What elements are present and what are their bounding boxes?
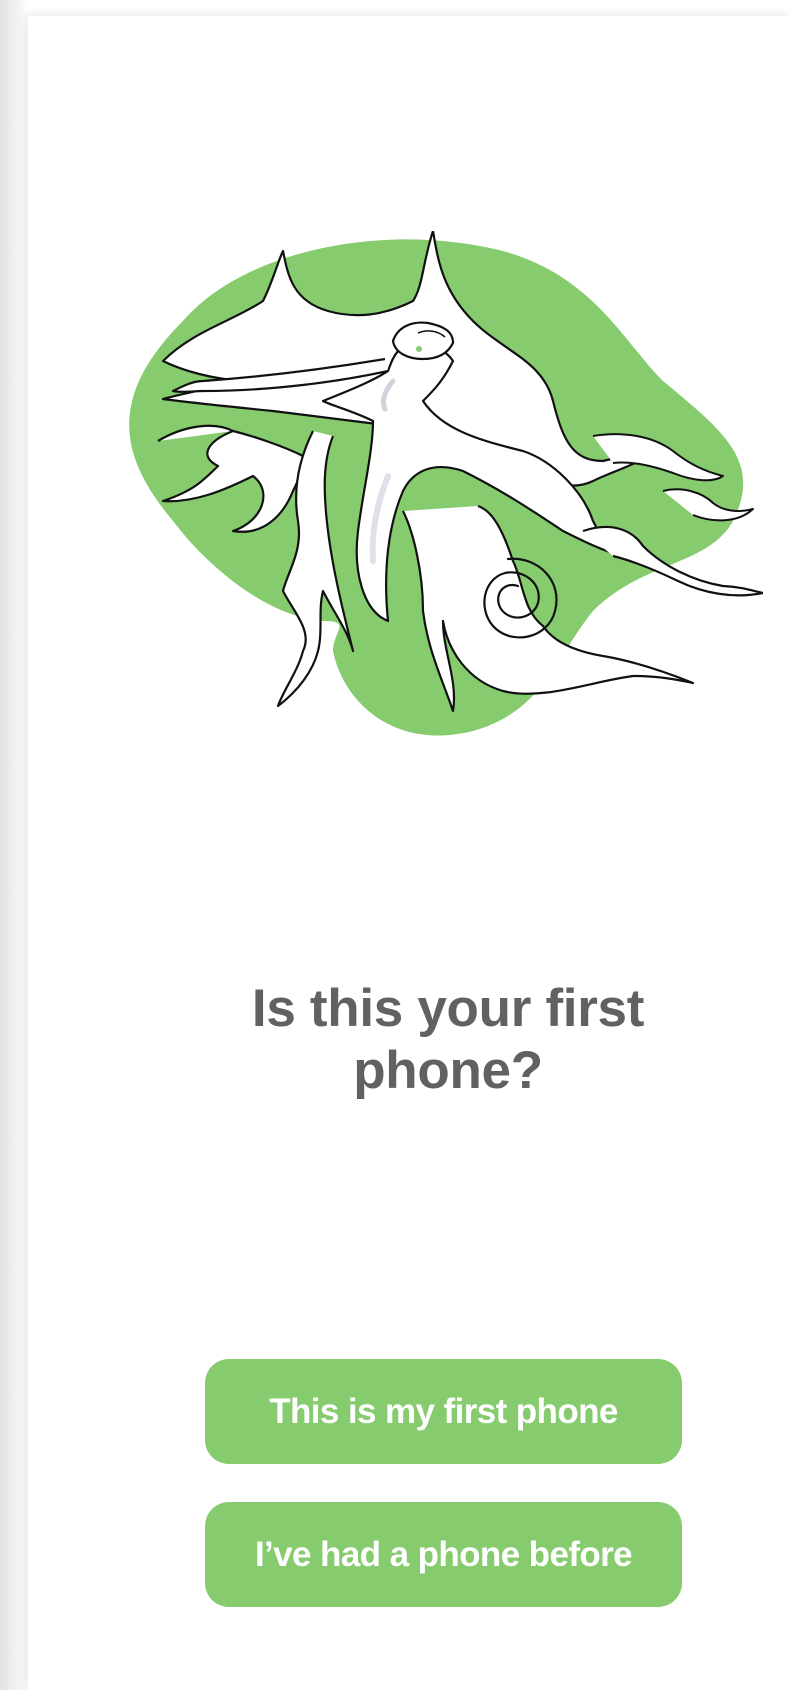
device-frame: Is this your first phone? This is my fir… xyxy=(0,0,789,1690)
onboarding-screen: Is this your first phone? This is my fir… xyxy=(28,16,789,1690)
first-phone-button[interactable]: This is my first phone xyxy=(205,1359,682,1464)
figure-head xyxy=(391,321,455,361)
had-phone-before-button[interactable]: I’ve had a phone before xyxy=(205,1502,682,1607)
question-title: Is this your first phone? xyxy=(251,979,645,1100)
flying-figure-illustration xyxy=(129,231,763,736)
